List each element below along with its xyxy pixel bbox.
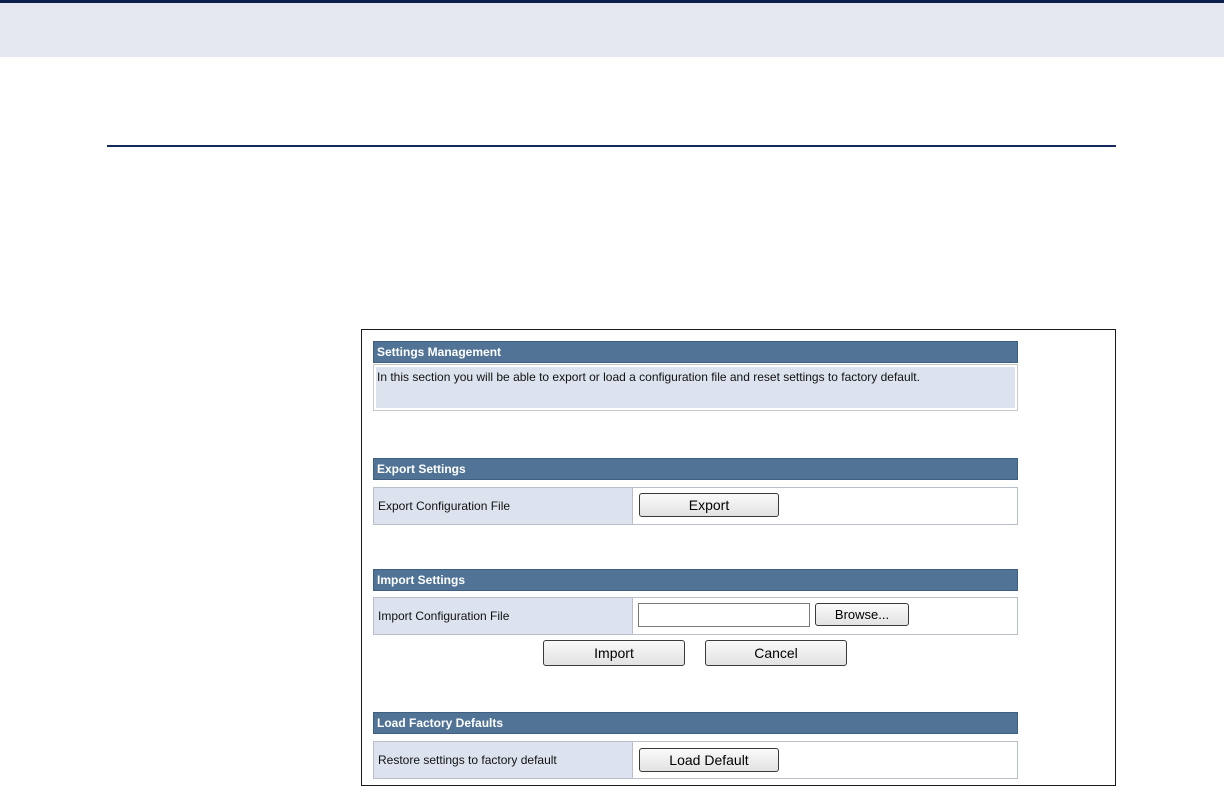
browse-button[interactable]: Browse... <box>815 603 909 626</box>
restore-factory-label: Restore settings to factory default <box>374 742 633 778</box>
import-button[interactable]: Import <box>543 640 685 666</box>
export-config-label: Export Configuration File <box>374 488 633 524</box>
load-default-button[interactable]: Load Default <box>639 748 779 772</box>
export-settings-header: Export Settings <box>373 458 1018 480</box>
load-factory-defaults-header: Load Factory Defaults <box>373 712 1018 734</box>
page-header-band <box>0 3 1224 57</box>
export-config-cell: Export <box>633 488 1017 524</box>
cancel-button[interactable]: Cancel <box>705 640 847 666</box>
settings-screenshot-frame: Settings Management In this section you … <box>361 329 1116 786</box>
export-config-row: Export Configuration File Export <box>373 487 1018 525</box>
import-config-label: Import Configuration File <box>374 598 633 634</box>
import-config-row: Import Configuration File Browse... <box>373 597 1018 635</box>
section-divider <box>107 145 1116 147</box>
settings-management-description: In this section you will be able to expo… <box>376 367 1015 408</box>
export-button[interactable]: Export <box>639 493 779 517</box>
settings-management-header: Settings Management <box>373 341 1018 363</box>
import-settings-header: Import Settings <box>373 569 1018 591</box>
settings-management-description-box: In this section you will be able to expo… <box>373 364 1018 411</box>
import-config-cell: Browse... <box>633 598 1017 634</box>
restore-factory-row: Restore settings to factory default Load… <box>373 741 1018 779</box>
restore-factory-cell: Load Default <box>633 742 1017 778</box>
import-file-path-input[interactable] <box>638 603 810 627</box>
